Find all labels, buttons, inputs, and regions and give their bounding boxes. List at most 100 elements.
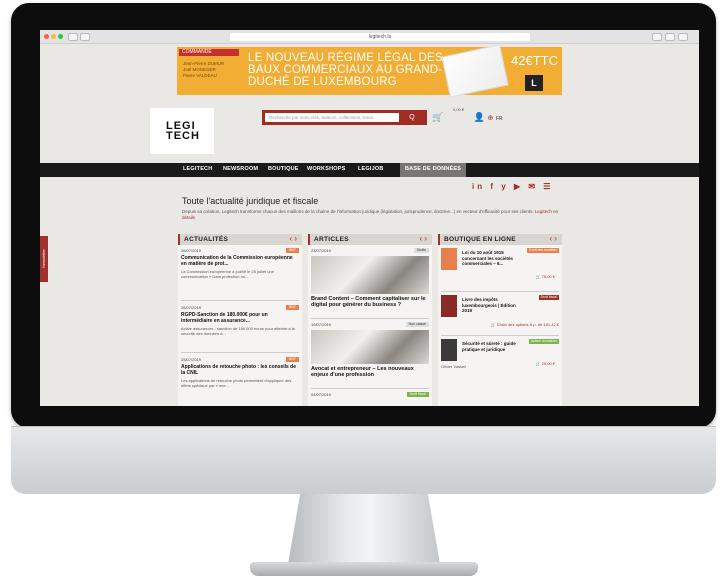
- promo-banner[interactable]: COMMANDE Jean-Pierre DUMUR Joël MONEGER …: [177, 44, 562, 98]
- monitor-stand: [288, 494, 440, 564]
- banner-headline: LE NOUVEAU RÉGIME LÉGAL DES BAUX COMMERC…: [248, 52, 443, 88]
- news-item[interactable]: 26/07/2019 BNT Communication de la Commi…: [181, 248, 299, 279]
- nav-item-newsroom[interactable]: NEWSROOM: [223, 166, 258, 172]
- social-links: in f y ▶ ✉ ☰: [472, 182, 553, 191]
- divider: [311, 318, 429, 319]
- news-title[interactable]: RGPD-Sanction de 180.000€ pour un interm…: [181, 312, 299, 324]
- banner-tag: COMMANDE: [179, 49, 239, 56]
- close-window-button[interactable]: [44, 34, 49, 39]
- carousel-arrows[interactable]: ‹ ›: [289, 234, 297, 243]
- product-cover-image[interactable]: [441, 339, 457, 361]
- news-badge: BNT: [286, 357, 299, 362]
- banner-authors: Jean-Pierre DUMUR Joël MONEGER Pierre VA…: [183, 61, 224, 79]
- browser-toolbar: legitech.lu: [40, 30, 699, 44]
- search-input[interactable]: Recherche par mots-clés, auteurs, collec…: [265, 113, 399, 122]
- product-title[interactable]: Sécurité et sûreté : guide pratique et j…: [462, 341, 526, 352]
- actualites-title: ACTUALITÉS: [184, 236, 229, 243]
- search-button[interactable]: Q: [402, 113, 422, 122]
- news-date: 26/07/2019: [181, 305, 202, 310]
- email-icon[interactable]: ✉: [528, 182, 538, 191]
- news-title[interactable]: Applications de retouche photo : les con…: [181, 364, 299, 376]
- product-price-value: Choix des options À p. de 181,42 €: [496, 322, 559, 327]
- articles-header: ARTICLES ‹ ›: [308, 234, 432, 245]
- article-category: Non classé: [405, 322, 429, 327]
- cart-icon[interactable]: 🛒: [432, 112, 443, 122]
- nav-item-boutique[interactable]: BOUTIQUE: [268, 166, 299, 172]
- newsletter-tab[interactable]: Newsletter: [40, 236, 48, 282]
- news-title[interactable]: Communication de la Commission européenn…: [181, 255, 299, 267]
- youtube-icon[interactable]: ▶: [514, 182, 523, 191]
- language-selector[interactable]: FR: [496, 116, 503, 122]
- product-title[interactable]: Livre des impôts luxembourgeois | Éditio…: [462, 297, 526, 314]
- nav-item-base-de-donnees[interactable]: BASE DE DONNÉES: [405, 166, 461, 172]
- article-category: Droit fiscal: [406, 392, 429, 397]
- news-excerpt: Les applications de retouche photo perme…: [181, 378, 292, 388]
- product-item[interactable]: Loi du 10 août 1915 concernant les socié…: [441, 248, 559, 290]
- header-icons: 🛒 👤 ⊕ FR: [432, 112, 503, 123]
- product-options-link[interactable]: 🛒 Choix des options À p. de 181,42 €: [491, 322, 559, 327]
- product-price-value: 29,00 €: [541, 361, 555, 366]
- back-button[interactable]: [68, 33, 78, 41]
- monitor-stand-base: [250, 562, 478, 576]
- twitter-icon[interactable]: y: [501, 182, 508, 191]
- maximize-window-button[interactable]: [58, 34, 63, 39]
- article-image[interactable]: [311, 330, 429, 364]
- nav-item-legijob[interactable]: LEGIJOB: [358, 166, 384, 172]
- share-button[interactable]: [652, 33, 662, 41]
- banner-logo-icon: L: [525, 75, 543, 91]
- product-price-value: 75,00 €: [541, 274, 555, 279]
- product-cover-image[interactable]: [441, 248, 457, 270]
- article-date: 23/07/2019: [311, 248, 332, 253]
- carousel-arrows[interactable]: ‹ ›: [549, 234, 557, 243]
- linkedin-icon[interactable]: in: [472, 182, 485, 191]
- carousel-arrows[interactable]: ‹ ›: [419, 234, 427, 243]
- article-category: Droits: [413, 248, 429, 253]
- article-date: 19/07/2019: [311, 322, 332, 327]
- articles-column: ARTICLES ‹ › 23/07/2019 Droits Brand Con…: [308, 234, 432, 406]
- facebook-icon[interactable]: f: [490, 182, 496, 191]
- tabs-button[interactable]: [665, 33, 675, 41]
- screen: legitech.lu COMMANDE Jean-Pierre DUMUR J…: [40, 30, 699, 406]
- product-category: Droit fiscal: [538, 295, 559, 300]
- book-cover-image: [441, 44, 509, 98]
- article-date: 04/07/2019: [311, 392, 332, 397]
- news-item[interactable]: 25/07/2019 BNT Applications de retouche …: [181, 357, 299, 388]
- divider: [441, 335, 559, 336]
- article-title[interactable]: Brand Content – Comment capitaliser sur …: [311, 296, 429, 308]
- product-price[interactable]: 🛒 29,00 €: [536, 361, 555, 366]
- nav-item-legitech[interactable]: LEGITECH: [183, 166, 212, 172]
- banner-price: 42€TTC: [511, 53, 558, 68]
- boutique-column: BOUTIQUE EN LIGNE ‹ › Loi du 10 août 191…: [438, 234, 562, 406]
- search-icon: Q: [409, 114, 415, 121]
- logo-text: LEGI TECH: [166, 120, 200, 142]
- boutique-title: BOUTIQUE EN LIGNE: [444, 236, 516, 243]
- divider: [311, 388, 429, 389]
- news-item[interactable]: 26/07/2019 BNT RGPD-Sanction de 180.000€…: [181, 305, 299, 336]
- banner-author: Pierre VALDEAU: [183, 73, 217, 78]
- product-title[interactable]: Loi du 10 août 1915 concernant les socié…: [462, 250, 526, 267]
- nav-item-workshops[interactable]: WORKSHOPS: [307, 166, 345, 172]
- news-excerpt: La Commission européenne a publié le 25 …: [181, 269, 274, 279]
- news-badge: BNT: [286, 305, 299, 310]
- actualites-header: ACTUALITÉS ‹ ›: [178, 234, 302, 245]
- address-bar[interactable]: legitech.lu: [230, 33, 530, 41]
- article-image[interactable]: [311, 256, 429, 294]
- product-price[interactable]: 🛒 75,00 €: [536, 274, 555, 279]
- product-item[interactable]: Livre des impôts luxembourgeois | Éditio…: [441, 295, 559, 337]
- forward-button[interactable]: [80, 33, 90, 41]
- product-item[interactable]: Sécurité et sûreté : guide pratique et j…: [441, 339, 559, 381]
- new-tab-button[interactable]: [678, 33, 688, 41]
- divider: [181, 300, 299, 301]
- intro-paragraph: Depuis sa création, Legitech transforme …: [182, 209, 534, 214]
- product-author: Olivier Vasseil: [441, 364, 467, 369]
- article-title[interactable]: Avocat et entrepreneur – Les nouveaux en…: [311, 366, 429, 378]
- rss-icon[interactable]: ☰: [543, 182, 553, 191]
- site-logo[interactable]: LEGI TECH: [150, 108, 214, 154]
- globe-icon[interactable]: ⊕: [487, 115, 493, 122]
- product-cover-image[interactable]: [441, 295, 457, 317]
- intro-title: Toute l'actualité juridique et fiscale: [182, 196, 319, 206]
- monitor-chin: [11, 426, 716, 494]
- user-icon[interactable]: 👤: [474, 112, 485, 122]
- divider: [181, 352, 299, 353]
- minimize-window-button[interactable]: [51, 34, 56, 39]
